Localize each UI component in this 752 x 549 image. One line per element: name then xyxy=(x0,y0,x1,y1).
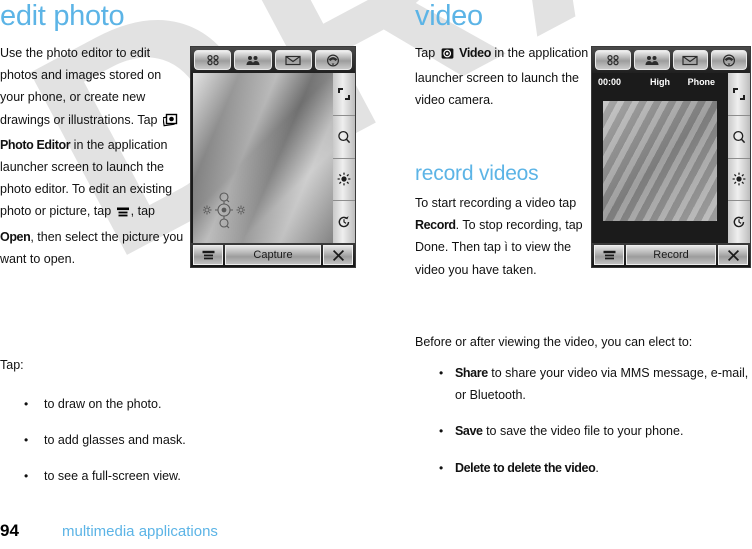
dialer-icon[interactable] xyxy=(711,50,747,70)
device-topbar xyxy=(592,47,750,73)
message-envelope-icon[interactable] xyxy=(274,50,312,70)
list-item: Share to share your video via MMS messag… xyxy=(415,362,752,406)
menu-icon[interactable] xyxy=(193,245,223,265)
apps-grid-icon[interactable] xyxy=(595,50,631,70)
video-intro-paragraph: Tap Video in the application launcher sc… xyxy=(415,42,601,112)
video-camera-icon xyxy=(441,45,454,67)
photo-editor-capture-screen: Capture xyxy=(190,46,356,268)
record-button[interactable]: Record xyxy=(626,245,716,265)
manual-page: edit photo Use the photo editor to edit … xyxy=(0,0,752,549)
video-options-bullet-list: Share to share your video via MMS messag… xyxy=(415,362,752,493)
video-label: Video xyxy=(459,46,491,60)
page-number: 94 xyxy=(0,521,19,540)
list-item: to draw on the photo. xyxy=(0,393,376,415)
device-softkey-bar: Record xyxy=(592,243,750,267)
bullet-term: Save xyxy=(455,424,483,439)
record-text-a: To start recording a video tap xyxy=(415,196,577,210)
brightness-icon[interactable] xyxy=(333,159,355,202)
photo-viewport[interactable] xyxy=(193,73,333,243)
list-item: Delete to delete the video. xyxy=(415,457,752,479)
bullet-text: to see a full-screen view. xyxy=(44,469,181,484)
quality-indicator: High xyxy=(649,77,670,87)
bullet-term: Share xyxy=(455,366,488,380)
edit-photo-paragraph: Use the photo editor to edit photos and … xyxy=(0,42,186,270)
menu-icon xyxy=(116,203,129,225)
bullet-text: to save the video file to your phone. xyxy=(482,424,684,439)
record-timer: 00:00 xyxy=(598,77,622,87)
bullet-text: . xyxy=(595,460,599,475)
video-options-intro: Before or after viewing the video, you c… xyxy=(415,335,693,349)
bullet-text: to draw on the photo. xyxy=(44,397,162,411)
video-status-row: 00:00 High Phone xyxy=(592,73,728,91)
device-topbar xyxy=(191,47,355,73)
menu-icon[interactable] xyxy=(594,245,624,265)
video-preview-image[interactable] xyxy=(603,101,717,221)
edit-photo-text-c: , tap xyxy=(130,204,155,219)
list-item: Save to save the video file to your phon… xyxy=(415,420,752,442)
list-item: to see a full-screen view. xyxy=(0,465,376,487)
apps-grid-icon[interactable] xyxy=(194,50,232,70)
subsection-title-record-videos: record videos xyxy=(415,162,539,185)
brightness-icon[interactable] xyxy=(728,159,750,202)
open-label: Open xyxy=(0,229,31,244)
record-videos-paragraph: To start recording a video tap Record. T… xyxy=(415,192,601,281)
page-title-edit-photo: edit photo xyxy=(0,0,125,32)
dialer-icon[interactable] xyxy=(314,50,352,70)
photo-editor-icon xyxy=(162,112,179,134)
storage-indicator: Phone xyxy=(687,77,716,87)
bullet-text: to add glasses and mask. xyxy=(44,433,186,448)
device-body: 00:00 High Phone xyxy=(592,73,750,243)
photo-tool-sidebar xyxy=(333,73,355,243)
timer-icon[interactable] xyxy=(728,201,750,243)
contacts-icon[interactable] xyxy=(234,50,272,70)
video-tool-sidebar xyxy=(728,73,750,243)
bullet-term: Delete to delete the video xyxy=(455,460,596,475)
list-item: to add glasses and mask. xyxy=(0,429,376,451)
edit-photo-text-a: Use the photo editor to edit photos and … xyxy=(0,46,162,127)
pan-zoom-control[interactable] xyxy=(202,189,246,231)
close-x-icon[interactable] xyxy=(718,245,748,265)
message-envelope-icon[interactable] xyxy=(672,50,709,70)
device-softkey-bar: Capture xyxy=(191,243,355,267)
photo-editor-label: Photo Editor xyxy=(0,137,71,152)
timer-icon[interactable] xyxy=(333,201,355,243)
edit-photo-bullet-list: to draw on the photo. to add glasses and… xyxy=(0,393,376,502)
tap-label: Tap: xyxy=(0,358,24,372)
resize-icon[interactable] xyxy=(728,73,750,116)
close-x-icon[interactable] xyxy=(323,245,353,265)
page-title-video: video xyxy=(415,0,483,32)
capture-button[interactable]: Capture xyxy=(225,245,321,265)
zoom-search-icon[interactable] xyxy=(333,116,355,159)
bullet-text: to share your video via MMS message, e-m… xyxy=(455,366,749,403)
resize-icon[interactable] xyxy=(333,73,355,116)
footer-section-label: multimedia applications xyxy=(62,523,218,540)
video-camera-record-screen: 00:00 High Phone Record xyxy=(591,46,751,268)
record-label: Record xyxy=(415,218,456,233)
contacts-icon[interactable] xyxy=(633,50,670,70)
device-body xyxy=(191,73,355,243)
zoom-search-icon[interactable] xyxy=(728,116,750,159)
video-text-a: Tap xyxy=(415,46,439,60)
